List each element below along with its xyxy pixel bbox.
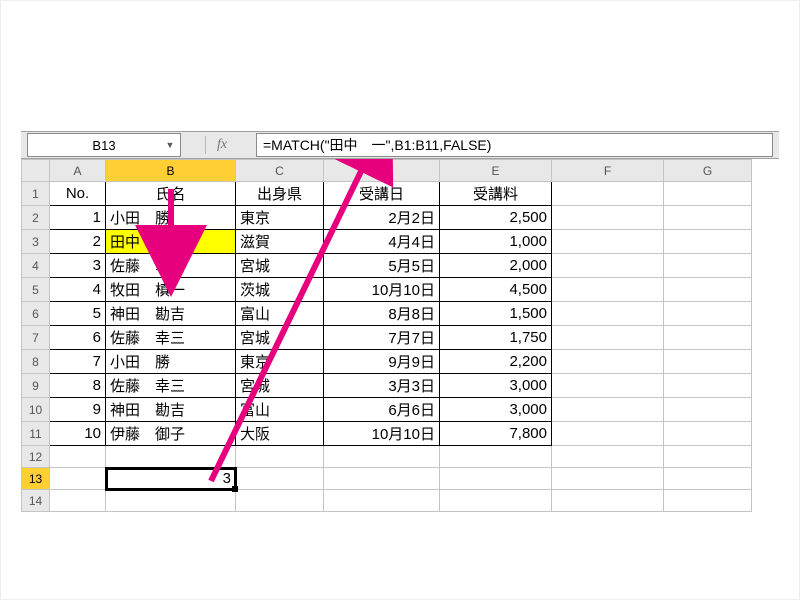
- cell-B1[interactable]: 氏名: [106, 182, 235, 205]
- cell-A10[interactable]: 9: [50, 400, 105, 419]
- row-header-1[interactable]: 1: [22, 182, 50, 206]
- cell-C6[interactable]: 富山: [236, 302, 323, 325]
- cell-B4[interactable]: 佐藤 幸三: [106, 254, 235, 277]
- row-header-14[interactable]: 14: [22, 490, 50, 512]
- cell-E8[interactable]: 2,200: [440, 352, 551, 371]
- row-header-7[interactable]: 7: [22, 326, 50, 350]
- formula-input[interactable]: =MATCH("田中 一",B1:B11,FALSE): [256, 133, 773, 157]
- cell-A11[interactable]: 10: [50, 424, 105, 443]
- cell-D8[interactable]: 9月9日: [324, 350, 439, 373]
- cell-D9[interactable]: 3月3日: [324, 374, 439, 397]
- cell-B6[interactable]: 神田 勘吉: [106, 302, 235, 325]
- row-header-9[interactable]: 9: [22, 374, 50, 398]
- cell-A9[interactable]: 8: [50, 376, 105, 395]
- cell-D10[interactable]: 6月6日: [324, 398, 439, 421]
- cell-E6[interactable]: 1,500: [440, 304, 551, 323]
- cell-A4[interactable]: 3: [50, 256, 105, 275]
- cell-C8[interactable]: 東京: [236, 350, 323, 373]
- cell-D11[interactable]: 10月10日: [324, 422, 439, 445]
- row-header-5[interactable]: 5: [22, 278, 50, 302]
- row-header-4[interactable]: 4: [22, 254, 50, 278]
- cell-G1[interactable]: [664, 193, 751, 195]
- cell-D6[interactable]: 8月8日: [324, 302, 439, 325]
- cell-E10[interactable]: 3,000: [440, 400, 551, 419]
- cell-A8[interactable]: 7: [50, 352, 105, 371]
- cell-B10[interactable]: 神田 勘吉: [106, 398, 235, 421]
- name-box-value: B13: [92, 138, 115, 153]
- formula-bar: B13 ▼ fx =MATCH("田中 一",B1:B11,FALSE): [21, 131, 779, 159]
- chevron-down-icon[interactable]: ▼: [162, 136, 178, 154]
- cell-D2[interactable]: 2月2日: [324, 206, 439, 229]
- row-header-13[interactable]: 13: [22, 468, 50, 490]
- cell-A1[interactable]: No.: [50, 184, 105, 203]
- cell-B11[interactable]: 伊藤 御子: [106, 422, 235, 445]
- cell-B3[interactable]: 田中 一: [106, 230, 235, 253]
- cell-E5[interactable]: 4,500: [440, 280, 551, 299]
- cell-A3[interactable]: 2: [50, 232, 105, 251]
- cell-C1[interactable]: 出身県: [236, 182, 323, 205]
- cell-C10[interactable]: 富山: [236, 398, 323, 421]
- formula-text: =MATCH("田中 一",B1:B11,FALSE): [263, 135, 491, 155]
- cell-E9[interactable]: 3,000: [440, 376, 551, 395]
- col-header-B[interactable]: B: [106, 160, 236, 182]
- cell-B5[interactable]: 牧田 槙一: [106, 278, 235, 301]
- row-header-6[interactable]: 6: [22, 302, 50, 326]
- cell-B9[interactable]: 佐藤 幸三: [106, 374, 235, 397]
- cell-D1[interactable]: 受講日: [324, 182, 439, 205]
- cell-D3[interactable]: 4月4日: [324, 230, 439, 253]
- cell-A6[interactable]: 5: [50, 304, 105, 323]
- cell-B8[interactable]: 小田 勝: [106, 350, 235, 373]
- cell-C3[interactable]: 滋賀: [236, 230, 323, 253]
- cell-A7[interactable]: 6: [50, 328, 105, 347]
- col-header-E[interactable]: E: [440, 160, 552, 182]
- cell-C11[interactable]: 大阪: [236, 422, 323, 445]
- cell-E2[interactable]: 2,500: [440, 208, 551, 227]
- cell-B2[interactable]: 小田 勝: [106, 206, 235, 229]
- cell-A2[interactable]: 1: [50, 208, 105, 227]
- row-header-12[interactable]: 12: [22, 446, 50, 468]
- col-header-F[interactable]: F: [552, 160, 664, 182]
- col-header-A[interactable]: A: [50, 160, 106, 182]
- cell-D4[interactable]: 5月5日: [324, 254, 439, 277]
- row-header-11[interactable]: 11: [22, 422, 50, 446]
- select-all-corner[interactable]: [22, 160, 50, 182]
- cell-E3[interactable]: 1,000: [440, 232, 551, 251]
- cell-E11[interactable]: 7,800: [440, 424, 551, 443]
- cell-C4[interactable]: 宮城: [236, 254, 323, 277]
- cell-C9[interactable]: 宮城: [236, 374, 323, 397]
- fx-icon[interactable]: fx: [205, 136, 232, 154]
- col-header-G[interactable]: G: [664, 160, 752, 182]
- cell-D7[interactable]: 7月7日: [324, 326, 439, 349]
- cell-F1[interactable]: [552, 193, 663, 195]
- cell-C5[interactable]: 茨城: [236, 278, 323, 301]
- name-box[interactable]: B13 ▼: [27, 133, 181, 157]
- row-header-8[interactable]: 8: [22, 350, 50, 374]
- spreadsheet-grid[interactable]: A B C D E F G 1 No. 氏名 出身県 受講日 受講料 2 1 小…: [21, 159, 752, 512]
- cell-B7[interactable]: 佐藤 幸三: [106, 326, 235, 349]
- cell-A13[interactable]: [50, 478, 105, 480]
- row-header-2[interactable]: 2: [22, 206, 50, 230]
- cell-E4[interactable]: 2,000: [440, 256, 551, 275]
- row-header-3[interactable]: 3: [22, 230, 50, 254]
- cell-A5[interactable]: 4: [50, 280, 105, 299]
- col-header-C[interactable]: C: [236, 160, 324, 182]
- cell-B13[interactable]: 3: [106, 469, 235, 488]
- cell-C7[interactable]: 宮城: [236, 326, 323, 349]
- cell-E7[interactable]: 1,750: [440, 328, 551, 347]
- row-header-10[interactable]: 10: [22, 398, 50, 422]
- cell-D5[interactable]: 10月10日: [324, 278, 439, 301]
- col-header-D[interactable]: D: [324, 160, 440, 182]
- cell-C2[interactable]: 東京: [236, 206, 323, 229]
- cell-E1[interactable]: 受講料: [440, 182, 551, 205]
